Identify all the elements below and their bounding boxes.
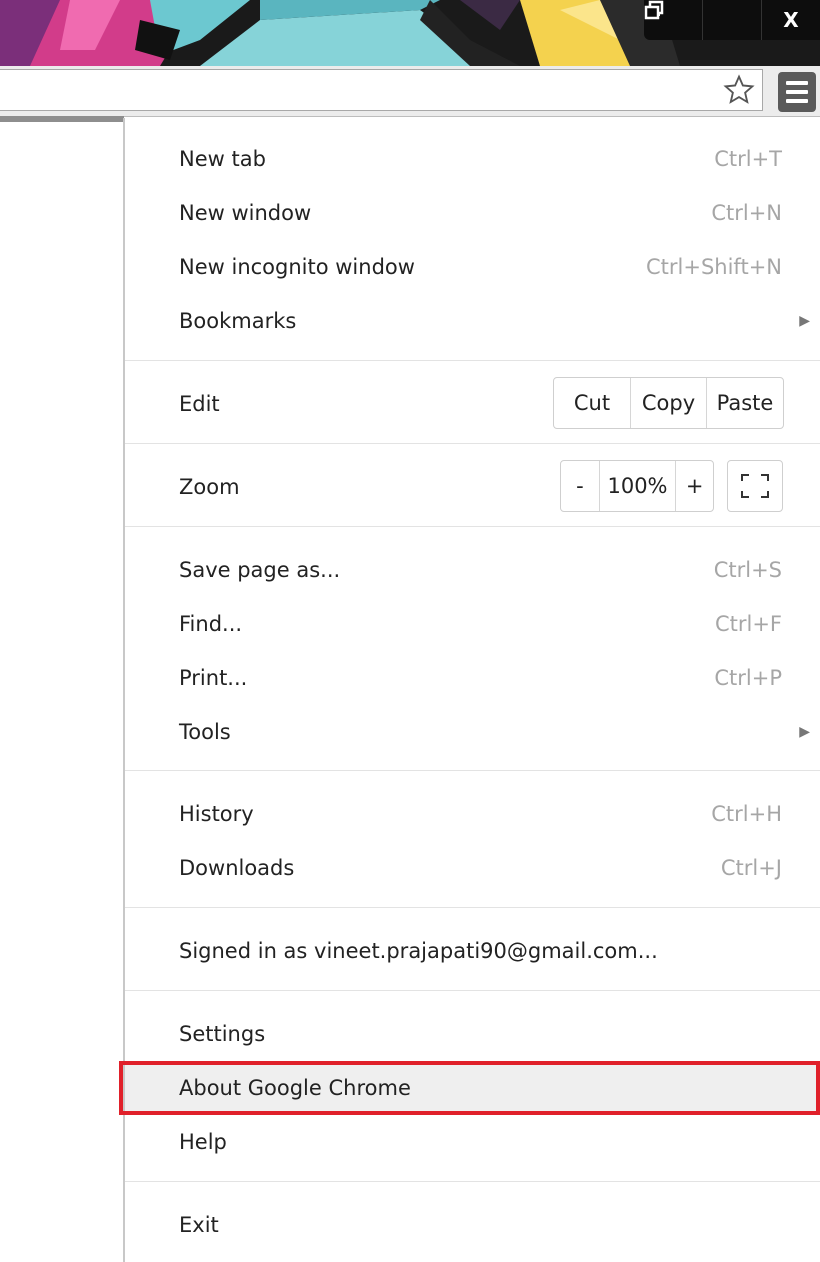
menu-separator bbox=[125, 1181, 820, 1182]
menu-item-tools[interactable]: Tools ▶ bbox=[125, 705, 820, 759]
menu-label: New tab bbox=[179, 147, 266, 171]
address-bar[interactable] bbox=[0, 69, 763, 111]
submenu-arrow-icon: ▶ bbox=[799, 724, 810, 740]
menu-item-bookmarks[interactable]: Bookmarks ▶ bbox=[125, 294, 820, 348]
menu-label: Tools bbox=[179, 720, 231, 744]
menu-shortcut: Ctrl+N bbox=[711, 201, 782, 225]
menu-item-find[interactable]: Find... Ctrl+F bbox=[125, 597, 820, 651]
menu-item-downloads[interactable]: Downloads Ctrl+J bbox=[125, 841, 820, 895]
menu-separator bbox=[125, 360, 820, 361]
hamburger-icon-bar bbox=[786, 99, 808, 103]
menu-label: About Google Chrome bbox=[179, 1076, 411, 1100]
menu-item-help[interactable]: Help bbox=[125, 1115, 820, 1169]
menu-label: New incognito window bbox=[179, 255, 415, 279]
menu-label: Exit bbox=[179, 1213, 219, 1237]
paste-button[interactable]: Paste bbox=[706, 378, 783, 428]
zoom-controls: - 100% + bbox=[560, 460, 714, 512]
menu-label: Find... bbox=[179, 612, 243, 636]
menu-item-new-tab[interactable]: New tab Ctrl+T bbox=[125, 132, 820, 186]
menu-item-print[interactable]: Print... Ctrl+P bbox=[125, 651, 820, 705]
star-icon bbox=[723, 74, 755, 104]
menu-item-history[interactable]: History Ctrl+H bbox=[125, 787, 820, 841]
chrome-main-menu: New tab Ctrl+T New window Ctrl+N New inc… bbox=[119, 118, 820, 1262]
close-button[interactable]: X bbox=[761, 0, 820, 40]
menu-label: Signed in as vineet.prajapati90@gmail.co… bbox=[179, 939, 658, 963]
menu-item-about-google-chrome[interactable]: About Google Chrome bbox=[119, 1061, 820, 1115]
menu-label: Downloads bbox=[179, 856, 295, 880]
fullscreen-icon bbox=[741, 474, 769, 498]
close-icon: X bbox=[783, 8, 799, 32]
menu-label: Settings bbox=[179, 1022, 266, 1046]
cut-button[interactable]: Cut bbox=[554, 378, 630, 428]
menu-shortcut: Ctrl+S bbox=[713, 558, 782, 582]
restore-icon bbox=[644, 0, 664, 20]
submenu-arrow-icon: ▶ bbox=[799, 313, 810, 329]
menu-shortcut: Ctrl+Shift+N bbox=[646, 255, 782, 279]
menu-shortcut: Ctrl+P bbox=[714, 666, 782, 690]
page-progress-line bbox=[0, 116, 124, 122]
menu-item-exit[interactable]: Exit bbox=[125, 1198, 820, 1252]
menu-separator bbox=[125, 770, 820, 771]
zoom-out-button[interactable]: - bbox=[561, 461, 599, 511]
zoom-in-button[interactable]: + bbox=[675, 461, 713, 511]
window-controls: X bbox=[644, 0, 820, 40]
menu-shortcut: Ctrl+F bbox=[714, 612, 782, 636]
zoom-level: 100% bbox=[598, 461, 676, 511]
menu-label: History bbox=[179, 802, 254, 826]
copy-button[interactable]: Copy bbox=[630, 378, 706, 428]
menu-item-zoom: Zoom bbox=[125, 460, 820, 514]
menu-label: Bookmarks bbox=[179, 309, 297, 333]
menu-shortcut: Ctrl+J bbox=[720, 856, 782, 880]
browser-toolbar bbox=[0, 66, 820, 117]
edit-button-group: Cut Copy Paste bbox=[553, 377, 784, 429]
maximize-button[interactable] bbox=[644, 0, 761, 40]
menu-label: Edit bbox=[179, 392, 220, 416]
menu-separator bbox=[125, 990, 820, 991]
menu-label: New window bbox=[179, 201, 312, 225]
menu-item-save-page-as[interactable]: Save page as... Ctrl+S bbox=[125, 543, 820, 597]
menu-item-signed-in[interactable]: Signed in as vineet.prajapati90@gmail.co… bbox=[125, 924, 820, 978]
menu-label: Print... bbox=[179, 666, 248, 690]
menu-item-new-window[interactable]: New window Ctrl+N bbox=[125, 186, 820, 240]
menu-separator bbox=[125, 443, 820, 444]
chrome-menu-button[interactable] bbox=[778, 72, 816, 112]
menu-label: Save page as... bbox=[179, 558, 341, 582]
menu-item-new-incognito-window[interactable]: New incognito window Ctrl+Shift+N bbox=[125, 240, 820, 294]
menu-item-settings[interactable]: Settings bbox=[125, 1007, 820, 1061]
menu-shortcut: Ctrl+T bbox=[714, 147, 782, 171]
window-frame: X bbox=[0, 0, 820, 66]
menu-separator bbox=[125, 526, 820, 527]
hamburger-icon-bar bbox=[786, 90, 808, 94]
hamburger-icon bbox=[786, 81, 808, 85]
menu-shortcut: Ctrl+H bbox=[711, 802, 782, 826]
menu-separator bbox=[125, 907, 820, 908]
menu-label: Help bbox=[179, 1130, 227, 1154]
fullscreen-button[interactable] bbox=[727, 460, 783, 512]
menu-label: Zoom bbox=[179, 475, 240, 499]
bookmark-star-button[interactable] bbox=[722, 73, 756, 107]
